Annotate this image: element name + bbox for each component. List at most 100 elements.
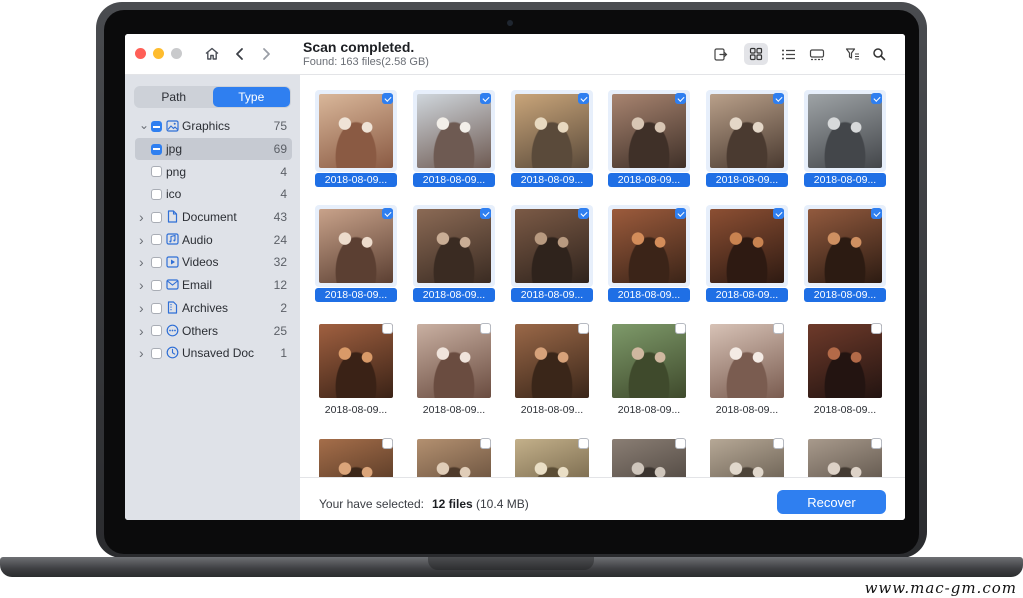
item-checkbox[interactable] xyxy=(151,211,162,223)
file-tile[interactable] xyxy=(413,435,495,477)
file-tile[interactable]: 2018-08-09... xyxy=(804,320,886,417)
file-tile[interactable]: 2018-08-09... xyxy=(706,320,788,417)
grid-view-icon[interactable] xyxy=(744,43,768,65)
checked-checkbox[interactable] xyxy=(675,93,686,104)
file-tile[interactable] xyxy=(706,435,788,477)
item-checkbox[interactable] xyxy=(151,189,162,201)
sidebar-item-email[interactable]: › Email 12 xyxy=(125,274,300,297)
file-tile[interactable] xyxy=(804,435,886,477)
item-checkbox[interactable] xyxy=(151,143,162,155)
chevron-right-icon[interactable]: › xyxy=(139,254,149,270)
checkbox[interactable] xyxy=(871,323,882,334)
item-checkbox[interactable] xyxy=(151,166,162,178)
minimize-window-button[interactable] xyxy=(153,48,164,59)
file-thumbnail[interactable] xyxy=(315,320,397,402)
file-thumbnail[interactable] xyxy=(608,90,690,172)
file-thumbnail[interactable] xyxy=(413,90,495,172)
file-tile[interactable] xyxy=(511,435,593,477)
chevron-right-icon[interactable]: › xyxy=(139,323,149,339)
sidebar-item-videos[interactable]: › Videos 32 xyxy=(125,251,300,274)
file-tile[interactable]: 2018-08-09... xyxy=(608,320,690,417)
file-thumbnail[interactable] xyxy=(804,320,886,402)
file-thumbnail[interactable] xyxy=(608,435,690,477)
chevron-right-icon[interactable]: › xyxy=(139,209,149,225)
home-icon[interactable] xyxy=(202,44,222,64)
chevron-right-icon[interactable]: › xyxy=(139,232,149,248)
item-checkbox[interactable] xyxy=(151,347,162,359)
preview-view-icon[interactable] xyxy=(805,43,829,65)
checked-checkbox[interactable] xyxy=(773,93,784,104)
file-tile[interactable]: 2018-08-09... xyxy=(804,90,886,187)
file-tile[interactable]: 2018-08-09... xyxy=(315,205,397,302)
sidebar-item-others[interactable]: › Others 25 xyxy=(125,319,300,342)
file-tile[interactable]: 2018-08-09... xyxy=(804,205,886,302)
checked-checkbox[interactable] xyxy=(480,208,491,219)
checkbox[interactable] xyxy=(382,323,393,334)
tab-type[interactable]: Type xyxy=(212,87,290,107)
sidebar-item-graphics[interactable]: ⌄ Graphics 75 xyxy=(125,115,300,138)
file-thumbnail[interactable] xyxy=(511,205,593,287)
forward-button[interactable] xyxy=(256,44,276,64)
file-thumbnail[interactable] xyxy=(804,90,886,172)
sidebar-item-png[interactable]: png 4 xyxy=(125,160,300,183)
chevron-right-icon[interactable]: › xyxy=(139,277,149,293)
checkbox[interactable] xyxy=(675,438,686,449)
checked-checkbox[interactable] xyxy=(382,208,393,219)
file-thumbnail[interactable] xyxy=(608,320,690,402)
checkbox[interactable] xyxy=(480,438,491,449)
close-window-button[interactable] xyxy=(135,48,146,59)
file-thumbnail[interactable] xyxy=(706,205,788,287)
sidebar-item-unsaved-doc[interactable]: › Unsaved Doc 1 xyxy=(125,342,300,365)
checked-checkbox[interactable] xyxy=(578,93,589,104)
zoom-window-button[interactable] xyxy=(171,48,182,59)
list-view-icon[interactable] xyxy=(776,43,800,65)
file-tile[interactable]: 2018-08-09... xyxy=(511,320,593,417)
file-tile[interactable]: 2018-08-09... xyxy=(706,90,788,187)
checked-checkbox[interactable] xyxy=(871,208,882,219)
file-thumbnail[interactable] xyxy=(706,435,788,477)
checkbox[interactable] xyxy=(382,438,393,449)
chevron-down-icon[interactable]: ⌄ xyxy=(139,118,149,132)
file-tile[interactable]: 2018-08-09... xyxy=(413,90,495,187)
checkbox[interactable] xyxy=(480,323,491,334)
file-tile[interactable]: 2018-08-09... xyxy=(511,90,593,187)
file-thumbnail[interactable] xyxy=(315,205,397,287)
file-thumbnail[interactable] xyxy=(706,320,788,402)
file-tile[interactable]: 2018-08-09... xyxy=(315,320,397,417)
file-thumbnail[interactable] xyxy=(413,435,495,477)
checked-checkbox[interactable] xyxy=(382,93,393,104)
file-thumbnail[interactable] xyxy=(413,205,495,287)
file-tile[interactable]: 2018-08-09... xyxy=(413,320,495,417)
filter-icon[interactable] xyxy=(840,43,864,65)
checked-checkbox[interactable] xyxy=(480,93,491,104)
checkbox[interactable] xyxy=(675,323,686,334)
file-tile[interactable]: 2018-08-09... xyxy=(706,205,788,302)
file-tile[interactable]: 2018-08-09... xyxy=(511,205,593,302)
file-thumbnail[interactable] xyxy=(608,205,690,287)
file-thumbnail[interactable] xyxy=(511,320,593,402)
checked-checkbox[interactable] xyxy=(773,208,784,219)
file-tile[interactable]: 2018-08-09... xyxy=(315,90,397,187)
file-tile[interactable]: 2018-08-09... xyxy=(608,205,690,302)
file-thumbnail[interactable] xyxy=(511,435,593,477)
file-thumbnail[interactable] xyxy=(413,320,495,402)
checkbox[interactable] xyxy=(773,438,784,449)
chevron-right-icon[interactable]: › xyxy=(139,345,149,361)
item-checkbox[interactable] xyxy=(151,257,162,269)
recover-button[interactable]: Recover xyxy=(777,490,886,514)
file-thumbnail[interactable] xyxy=(315,435,397,477)
tab-path[interactable]: Path xyxy=(135,87,213,107)
checkbox[interactable] xyxy=(578,323,589,334)
search-icon[interactable] xyxy=(867,43,891,65)
file-thumbnail[interactable] xyxy=(804,205,886,287)
file-tile[interactable] xyxy=(608,435,690,477)
file-tile[interactable]: 2018-08-09... xyxy=(413,205,495,302)
sidebar-item-audio[interactable]: › Audio 24 xyxy=(125,228,300,251)
back-button[interactable] xyxy=(230,44,250,64)
item-checkbox[interactable] xyxy=(151,121,162,132)
file-thumbnail[interactable] xyxy=(315,90,397,172)
checkbox[interactable] xyxy=(871,438,882,449)
item-checkbox[interactable] xyxy=(151,302,162,314)
chevron-right-icon[interactable]: › xyxy=(139,300,149,316)
file-thumbnail[interactable] xyxy=(804,435,886,477)
